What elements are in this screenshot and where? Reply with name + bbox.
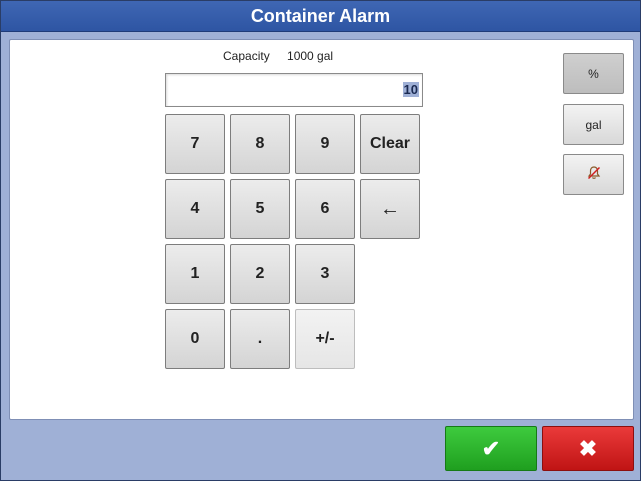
plus-minus-key[interactable]: +/-: [295, 309, 355, 369]
key-9[interactable]: 9: [295, 114, 355, 174]
backspace-button[interactable]: ←: [360, 179, 420, 239]
key-1[interactable]: 1: [165, 244, 225, 304]
cancel-button[interactable]: ✖: [542, 426, 634, 471]
alarm-off-button[interactable]: [563, 154, 624, 195]
key-2[interactable]: 2: [230, 244, 290, 304]
key-6[interactable]: 6: [295, 179, 355, 239]
key-3[interactable]: 3: [295, 244, 355, 304]
key-8[interactable]: 8: [230, 114, 290, 174]
gal-unit-button[interactable]: gal: [563, 104, 624, 145]
capacity-label: Capacity: [223, 49, 270, 63]
ok-button[interactable]: ✔: [445, 426, 537, 471]
capacity-value: 1000 gal: [287, 49, 334, 63]
key-7[interactable]: 7: [165, 114, 225, 174]
key-5[interactable]: 5: [230, 179, 290, 239]
bell-off-icon: [586, 165, 602, 184]
key-4[interactable]: 4: [165, 179, 225, 239]
container-alarm-dialog: Container Alarm Capacity 1000 gal 10 7 8…: [0, 0, 641, 481]
decimal-point-key[interactable]: .: [230, 309, 290, 369]
key-0[interactable]: 0: [165, 309, 225, 369]
checkmark-icon: ✔: [481, 435, 501, 461]
dialog-title: Container Alarm: [1, 1, 640, 32]
close-icon: ✖: [578, 435, 598, 461]
percent-unit-button[interactable]: %: [563, 53, 624, 94]
capacity-readout: Capacity 1000 gal: [223, 49, 333, 63]
clear-button[interactable]: Clear: [360, 114, 420, 174]
value-entry-field[interactable]: 10: [165, 73, 423, 107]
entry-value: 10: [402, 82, 419, 97]
